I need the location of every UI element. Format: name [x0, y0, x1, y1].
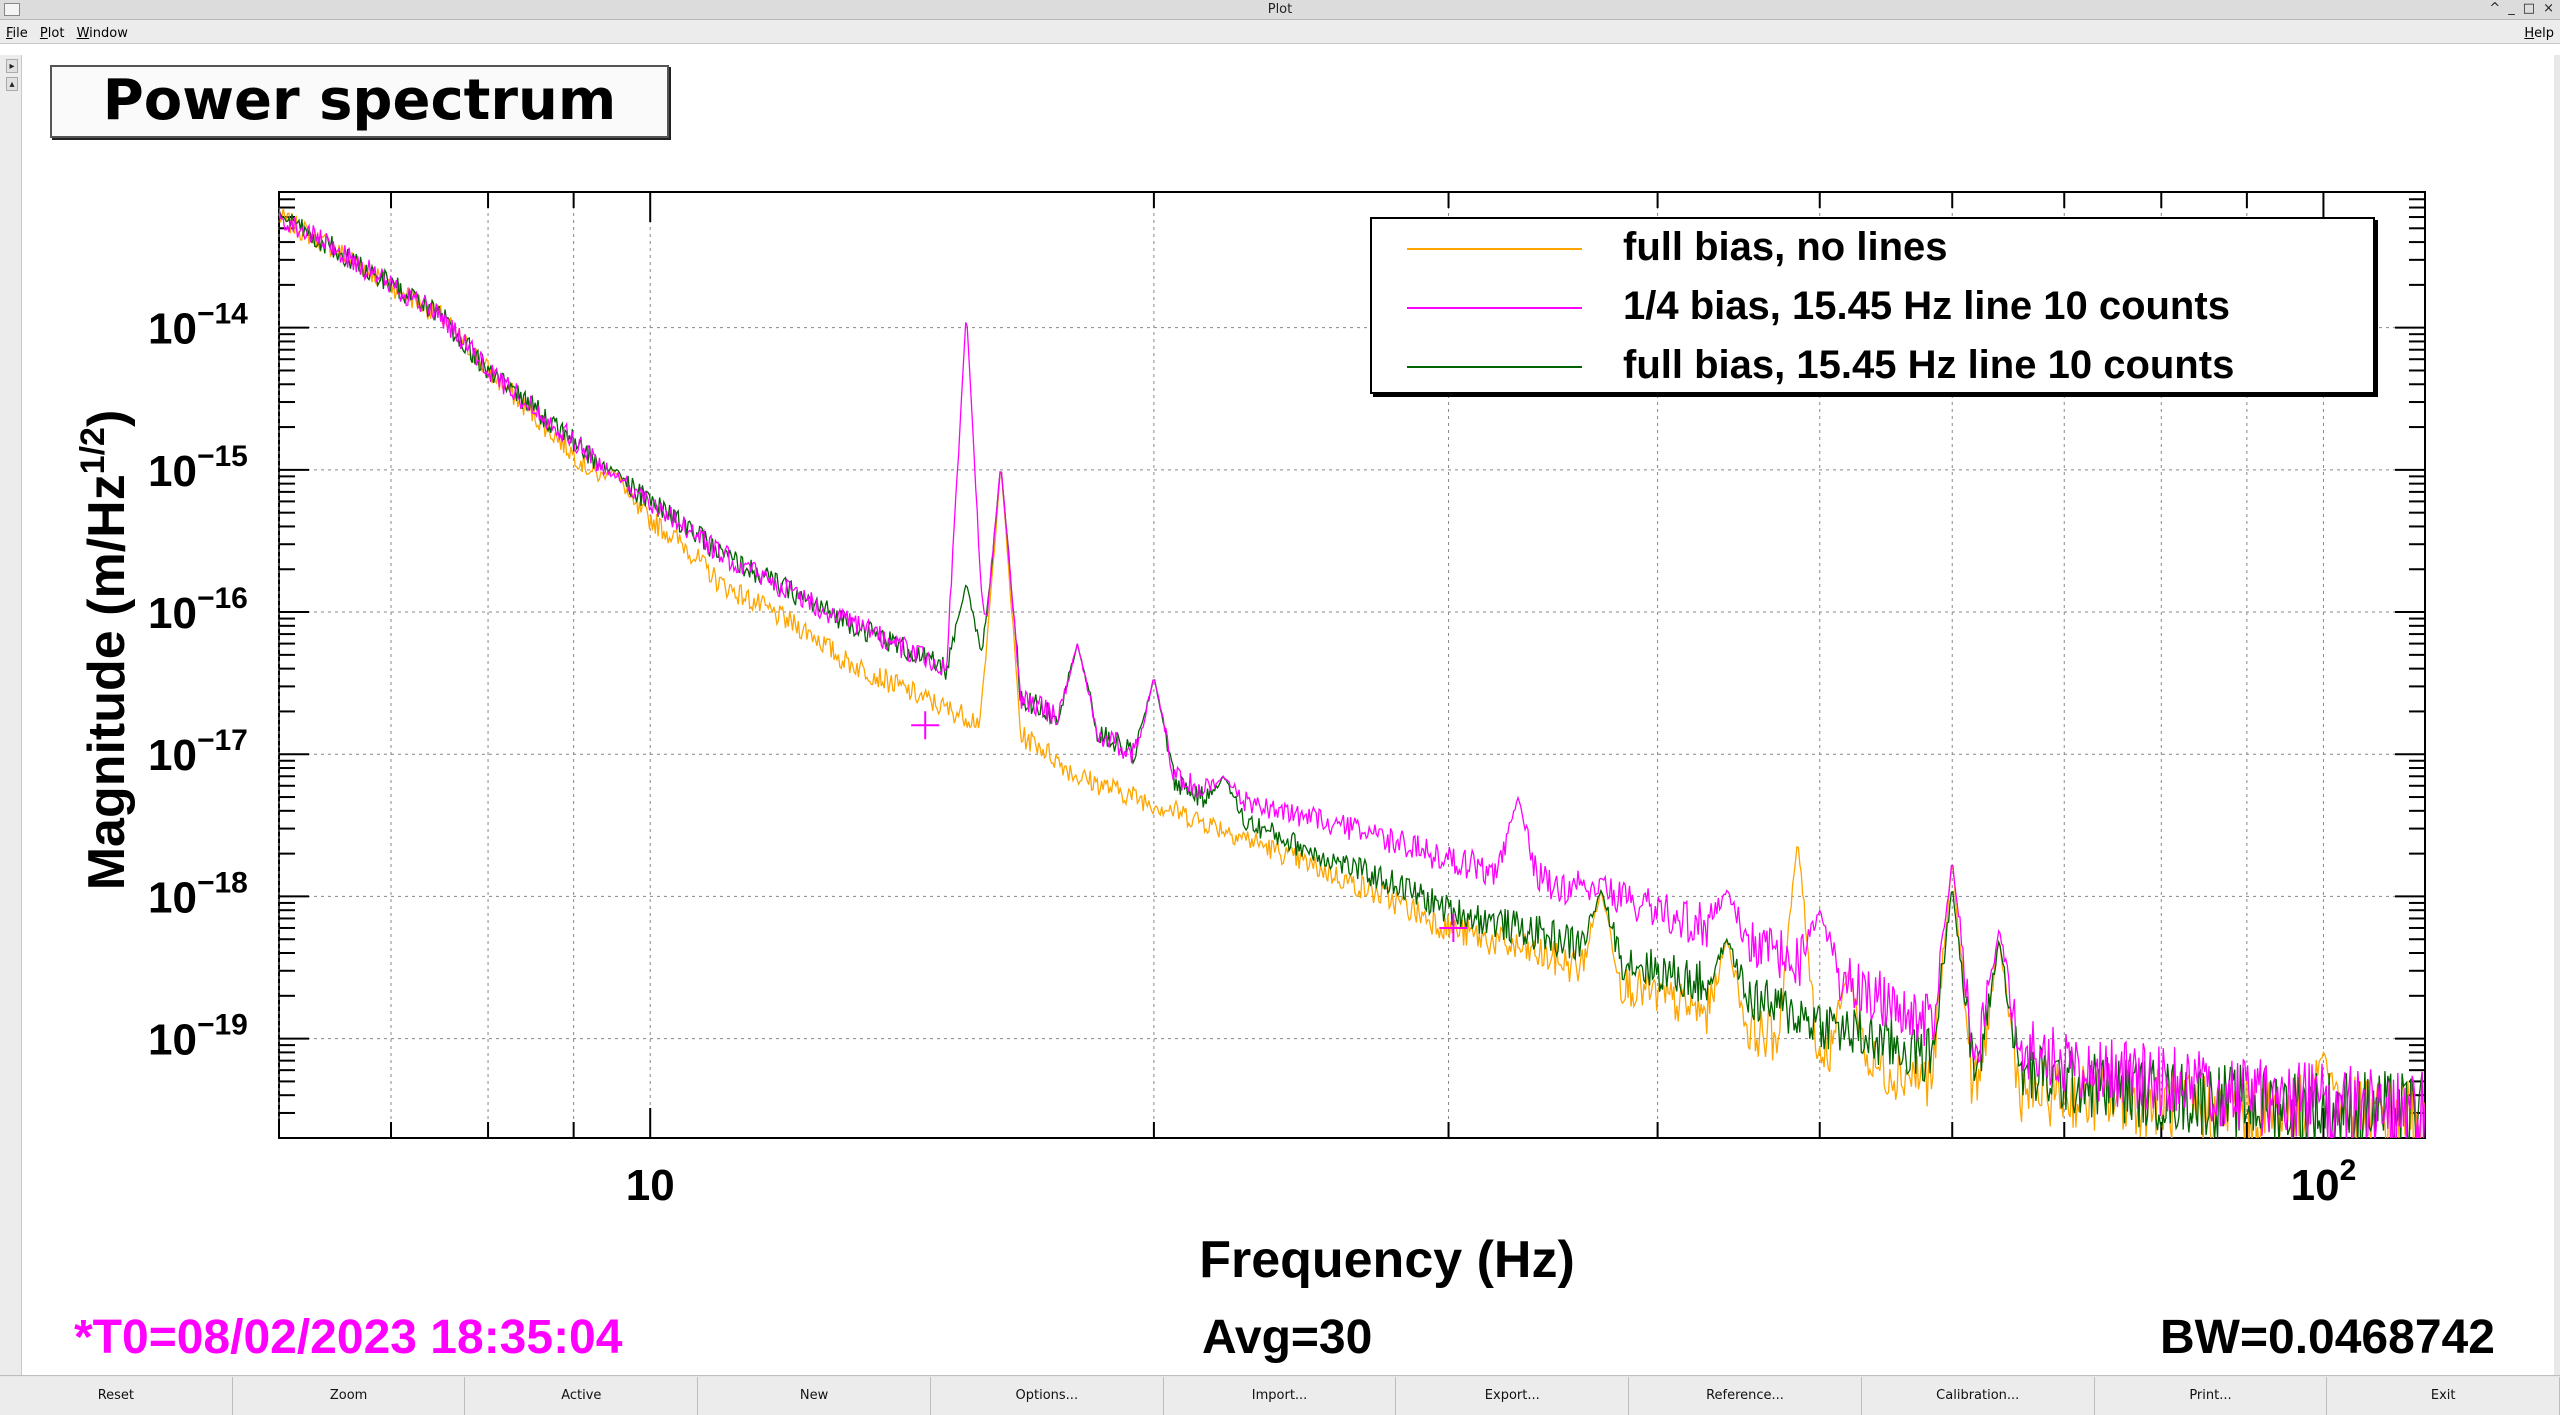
menu-window-rest: indow — [89, 26, 128, 41]
x-tick-label-base: 10 — [626, 1161, 675, 1210]
zoom-button[interactable]: Zoom — [232, 1377, 466, 1415]
bandwidth-value: BW=0.0468742 — [2160, 1311, 2495, 1364]
legend-entry-full-bias-line: full bias, 15.45 Hz line 10 counts — [1372, 337, 2372, 396]
y-tick-label-exponent: −14 — [197, 298, 248, 331]
y-tick-label-base: 10 — [148, 731, 197, 780]
shade-window-icon[interactable]: ^ — [2489, 1, 2500, 16]
y-tick-label-base: 10 — [148, 447, 197, 496]
legend-entry-quarter-bias: 1/4 bias, 15.45 Hz line 10 counts — [1372, 278, 2372, 337]
menu-plot-accel: P — [39, 26, 48, 41]
legend-label-2: full bias, 15.45 Hz line 10 counts — [1623, 343, 2235, 387]
y-tick-label-exponent: −17 — [197, 724, 248, 757]
y-tick-label-base: 10 — [148, 1016, 197, 1065]
menu-plot-rest: lot — [47, 26, 65, 41]
menu-help-rest: elp — [2534, 26, 2554, 41]
y-axis-title-base: Magnitude (m/Hz — [78, 474, 136, 890]
legend: full bias, no lines 1/4 bias, 15.45 Hz l… — [1370, 217, 2375, 394]
legend-swatch-0 — [1407, 248, 1582, 250]
y-tick-label-4: 10−18 — [148, 866, 248, 922]
y-tick-label-exponent: −18 — [197, 866, 248, 899]
legend-swatch-2 — [1407, 366, 1582, 368]
print-button[interactable]: Print... — [2094, 1377, 2328, 1415]
y-axis-title: Magnitude (m/Hz1/2) — [74, 410, 136, 891]
menu-file[interactable]: File — [0, 20, 32, 41]
average-count: Avg=30 — [1202, 1311, 1373, 1364]
exit-button[interactable]: Exit — [2327, 1377, 2560, 1415]
t0-timestamp: *T0=08/02/2023 18:35:04 — [74, 1311, 623, 1364]
menu-file-rest: ile — [12, 26, 28, 41]
side-toggle-panel: ▸ ▴ — [0, 55, 22, 1375]
new-button[interactable]: New — [698, 1377, 931, 1415]
y-tick-label-base: 10 — [148, 873, 197, 922]
x-tick-label-base: 10 — [2291, 1161, 2340, 1210]
plot-canvas[interactable]: 10 102 10−14 10−15 10−16 10−17 10−18 10−19 Frequ… — [22, 55, 2554, 1375]
import-button[interactable]: Import... — [1163, 1377, 1397, 1415]
button-bar: Reset Zoom Active New Options... Import.… — [0, 1375, 2560, 1415]
y-tick-label-2: 10−16 — [148, 582, 248, 638]
calibration-button[interactable]: Calibration... — [1861, 1377, 2095, 1415]
y-tick-label-1: 10−15 — [148, 440, 248, 496]
close-window-icon[interactable]: × — [2543, 1, 2554, 16]
y-tick-label-3: 10−17 — [148, 724, 248, 780]
expand-panel-icon[interactable]: ▸ — [6, 59, 18, 73]
legend-entry-full-bias-no-lines: full bias, no lines — [1372, 219, 2372, 278]
menu-help[interactable]: Help — [2524, 26, 2554, 41]
menubar: File Plot Window Help — [0, 20, 2560, 44]
reset-button[interactable]: Reset — [0, 1377, 233, 1415]
right-edge — [2554, 55, 2560, 1375]
y-tick-label-exponent: −15 — [197, 440, 248, 473]
legend-label-0: full bias, no lines — [1623, 225, 1948, 269]
active-button[interactable]: Active — [465, 1377, 699, 1415]
plot-title: Power spectrum — [102, 68, 617, 133]
window-titlebar: Plot ^ _ □ × — [0, 0, 2560, 20]
minimize-window-icon[interactable]: _ — [2508, 1, 2515, 16]
legend-swatch-1 — [1407, 307, 1582, 309]
window-controls: ^ _ □ × — [2489, 1, 2554, 16]
menu-plot[interactable]: Plot — [36, 20, 69, 41]
legend-label-1: 1/4 bias, 15.45 Hz line 10 counts — [1623, 284, 2230, 328]
y-axis-title-exponent: 1/2 — [74, 427, 112, 474]
reference-button[interactable]: Reference... — [1629, 1377, 1862, 1415]
y-tick-label-exponent: −19 — [197, 1009, 248, 1042]
window-title: Plot — [1267, 2, 1293, 17]
y-tick-label-base: 10 — [148, 589, 197, 638]
x-tick-label-1: 102 — [2291, 1154, 2357, 1210]
x-axis-title: Frequency (Hz) — [1199, 1231, 1575, 1289]
x-tick-label-exponent: 2 — [2340, 1154, 2357, 1187]
options-button[interactable]: Options... — [930, 1377, 1164, 1415]
y-tick-label-exponent: −16 — [197, 582, 248, 615]
maximize-window-icon[interactable]: □ — [2523, 1, 2535, 16]
y-tick-label-5: 10−19 — [148, 1009, 248, 1065]
y-tick-label-0: 10−14 — [148, 298, 248, 354]
y-tick-label-base: 10 — [148, 305, 197, 354]
y-axis-title-close: ) — [78, 410, 136, 427]
plot-title-box: Power spectrum — [50, 65, 669, 138]
menu-help-accel: H — [2524, 26, 2535, 41]
collapse-panel-icon[interactable]: ▴ — [6, 77, 18, 91]
x-tick-label-0: 10 — [626, 1161, 675, 1210]
export-button[interactable]: Export... — [1396, 1377, 1630, 1415]
menu-window-accel: W — [76, 26, 90, 41]
menu-window[interactable]: Window — [73, 20, 132, 41]
